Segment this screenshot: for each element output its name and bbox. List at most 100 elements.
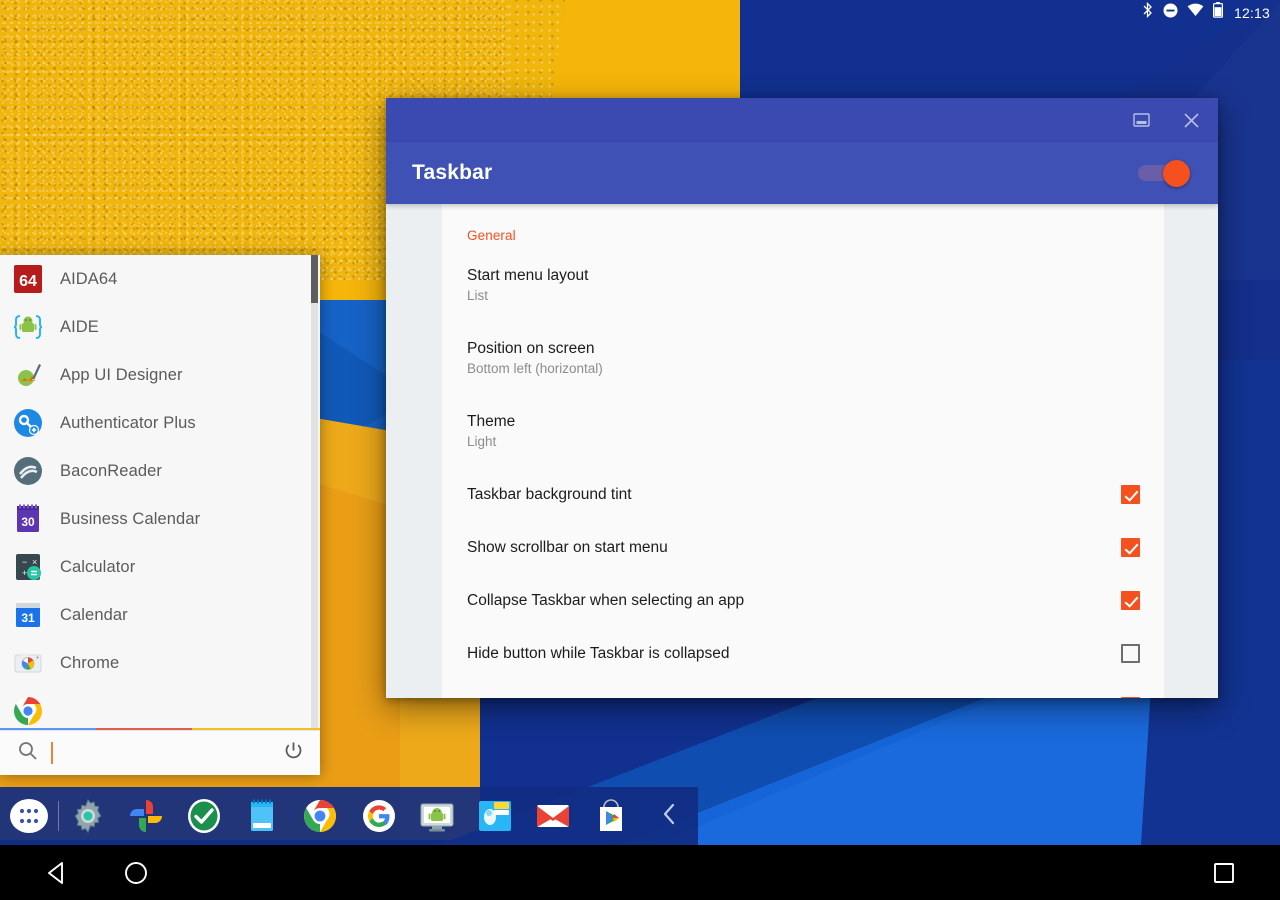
pref-title: Theme bbox=[467, 412, 515, 431]
pref-start-menu-layout[interactable]: Start menu layout List bbox=[442, 249, 1164, 322]
checkbox-anchor-taskbar-when-screen-rotates[interactable] bbox=[1121, 697, 1140, 698]
pref-title: Anchor Taskbar when screen rotates bbox=[467, 697, 718, 698]
start-menu-divider bbox=[0, 728, 320, 730]
content-right-gutter bbox=[1164, 204, 1218, 698]
pref-theme[interactable]: Theme Light bbox=[442, 395, 1164, 468]
calendar-icon: 31 bbox=[12, 599, 44, 631]
status-bar: 12:13 bbox=[0, 0, 1280, 25]
checkbox-collapse-taskbar-when-selecting-an-app[interactable] bbox=[1121, 591, 1140, 610]
pref-collapse-taskbar-when-selecting-an-app[interactable]: Collapse Taskbar when selecting an app bbox=[442, 574, 1164, 627]
list-item-label: AIDA64 bbox=[60, 270, 117, 289]
pref-summary: List bbox=[467, 288, 588, 305]
pref-title: Hide button while Taskbar is collapsed bbox=[467, 644, 730, 663]
list-item-label: Business Calendar bbox=[60, 510, 200, 529]
search-input[interactable] bbox=[67, 744, 269, 761]
list-item-label: Authenticator Plus bbox=[60, 414, 196, 433]
dock-item-play-store[interactable] bbox=[582, 787, 640, 845]
aida64-icon: 64 bbox=[12, 263, 44, 295]
list-item[interactable]: App UI Designer bbox=[0, 351, 320, 399]
list-item-label: Calculator bbox=[60, 558, 135, 577]
power-icon[interactable] bbox=[283, 740, 304, 766]
window-caption-bar[interactable] bbox=[386, 98, 1218, 142]
home-circle-icon[interactable] bbox=[118, 855, 154, 891]
authenticator-plus-icon bbox=[12, 407, 44, 439]
dock-item-emulator[interactable] bbox=[408, 787, 466, 845]
start-menu-search-bar[interactable] bbox=[0, 730, 320, 775]
list-item[interactable]: 31 Calendar bbox=[0, 591, 320, 639]
close-button[interactable] bbox=[1176, 105, 1206, 135]
window-body: General Start menu layout List Position … bbox=[386, 204, 1218, 698]
dock-collapse-button[interactable] bbox=[640, 787, 698, 845]
green-check-icon bbox=[185, 797, 223, 835]
pref-title: Position on screen bbox=[467, 339, 603, 358]
checkbox-hide-button-while-taskbar-is-collapsed[interactable] bbox=[1121, 644, 1140, 663]
chrome-icon bbox=[301, 797, 339, 835]
start-menu-scrollbar-thumb[interactable] bbox=[311, 255, 318, 303]
checkbox-show-scrollbar-on-start-menu[interactable] bbox=[1121, 538, 1140, 557]
notepad-icon bbox=[243, 797, 281, 835]
list-item[interactable]: Authenticator Plus bbox=[0, 399, 320, 447]
list-item-label: BaconReader bbox=[60, 462, 162, 481]
pref-anchor-taskbar-when-screen-rotates[interactable]: Anchor Taskbar when screen rotates bbox=[442, 680, 1164, 698]
recents-square-icon[interactable] bbox=[1206, 855, 1242, 891]
dock-item-photos[interactable] bbox=[117, 787, 175, 845]
pref-title: Start menu layout bbox=[467, 266, 588, 285]
checkbox-taskbar-background-tint[interactable] bbox=[1121, 485, 1140, 504]
preference-list[interactable]: General Start menu layout List Position … bbox=[442, 204, 1164, 698]
taskbar-master-toggle[interactable] bbox=[1138, 162, 1190, 184]
play-store-icon bbox=[592, 797, 630, 835]
list-item[interactable] bbox=[0, 687, 320, 728]
all-apps-button[interactable] bbox=[0, 787, 58, 845]
pref-title: Show scrollbar on start menu bbox=[467, 538, 668, 557]
dock-item-tasks[interactable] bbox=[175, 787, 233, 845]
text-caret bbox=[51, 742, 53, 764]
start-menu: 64 AIDA64 AIDE bbox=[0, 255, 320, 775]
baconreader-icon bbox=[12, 455, 44, 487]
dock-item-chrome[interactable] bbox=[291, 787, 349, 845]
status-bar-clock: 12:13 bbox=[1234, 5, 1270, 21]
android-monitor-icon bbox=[418, 797, 456, 835]
list-item[interactable]: − × + Calculator bbox=[0, 543, 320, 591]
toggle-thumb bbox=[1163, 160, 1190, 187]
dock-item-gmail[interactable] bbox=[524, 787, 582, 845]
pref-title: Collapse Taskbar when selecting an app bbox=[467, 591, 744, 610]
pref-title: Taskbar background tint bbox=[467, 485, 632, 504]
svg-text:+: + bbox=[22, 568, 27, 578]
taskbar-dock bbox=[0, 787, 698, 845]
svg-text:31: 31 bbox=[21, 611, 35, 625]
dock-item-notes[interactable] bbox=[233, 787, 291, 845]
list-item[interactable]: AIDE bbox=[0, 303, 320, 351]
svg-text:−: − bbox=[22, 557, 27, 567]
calculator-icon: − × + bbox=[12, 551, 44, 583]
pref-summary: Bottom left (horizontal) bbox=[467, 361, 603, 378]
chevron-left-icon bbox=[661, 802, 677, 831]
pref-show-scrollbar-on-start-menu[interactable]: Show scrollbar on start menu bbox=[442, 521, 1164, 574]
dock-item-settings[interactable] bbox=[59, 787, 117, 845]
list-item[interactable]: 30 Business Calendar bbox=[0, 495, 320, 543]
camera-icon bbox=[12, 647, 44, 679]
start-menu-app-list[interactable]: 64 AIDA64 AIDE bbox=[0, 255, 320, 728]
pref-position-on-screen[interactable]: Position on screen Bottom left (horizont… bbox=[442, 322, 1164, 395]
pref-taskbar-background-tint[interactable]: Taskbar background tint bbox=[442, 468, 1164, 521]
battery-icon bbox=[1213, 2, 1223, 23]
list-item[interactable]: Chrome bbox=[0, 639, 320, 687]
pref-hide-button-while-taskbar-is-collapsed[interactable]: Hide button while Taskbar is collapsed bbox=[442, 627, 1164, 680]
dock-item-files[interactable] bbox=[466, 787, 524, 845]
do-not-disturb-icon bbox=[1163, 3, 1178, 23]
aide-icon bbox=[12, 311, 44, 343]
google-g-icon bbox=[360, 797, 398, 835]
restore-to-window-button[interactable] bbox=[1126, 105, 1156, 135]
back-triangle-icon[interactable] bbox=[38, 855, 74, 891]
dock-item-google[interactable] bbox=[350, 787, 408, 845]
business-calendar-icon: 30 bbox=[12, 503, 44, 535]
files-blue-icon bbox=[476, 797, 514, 835]
svg-text:64: 64 bbox=[19, 273, 37, 290]
section-header-general: General bbox=[442, 204, 1164, 249]
list-item-label: Chrome bbox=[60, 654, 119, 673]
list-item[interactable]: 64 AIDA64 bbox=[0, 255, 320, 303]
start-menu-scrollbar-track[interactable] bbox=[311, 255, 318, 728]
gmail-icon bbox=[534, 797, 572, 835]
chrome-icon bbox=[12, 695, 44, 727]
list-item[interactable]: BaconReader bbox=[0, 447, 320, 495]
svg-text:×: × bbox=[32, 557, 37, 567]
